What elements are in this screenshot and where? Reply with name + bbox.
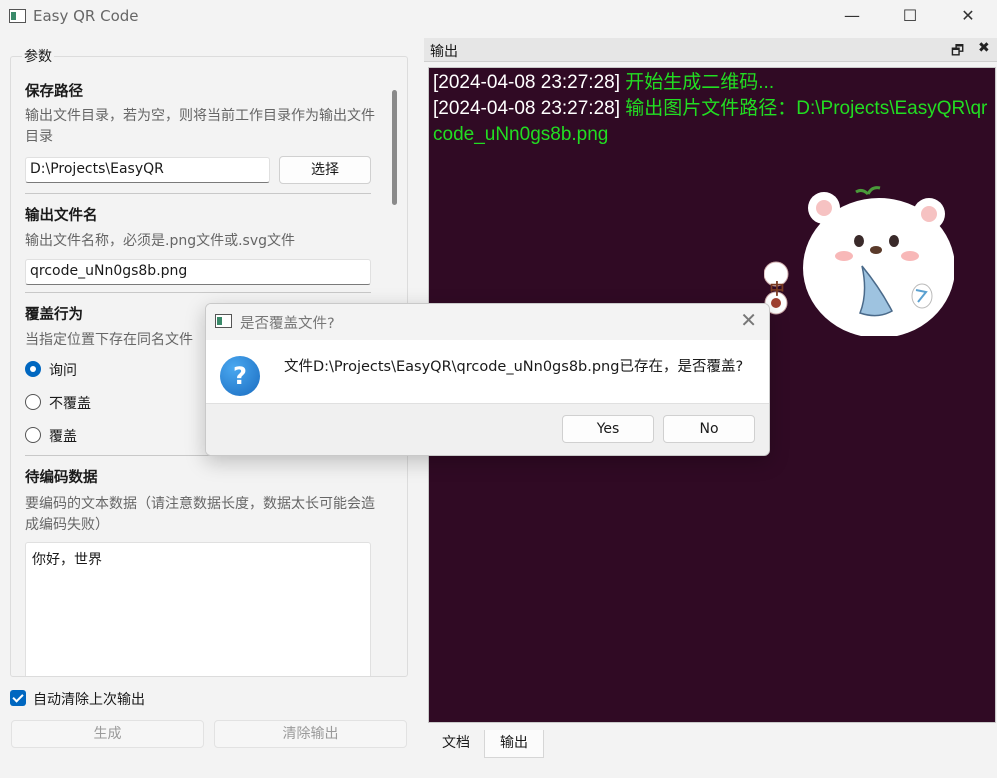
- radio-ask-label: 询问: [49, 363, 77, 379]
- title-bar: Easy QR Code — ☐ ✕: [0, 0, 997, 34]
- float-icon[interactable]: 🗗: [951, 40, 964, 64]
- radio-no-overwrite-indicator[interactable]: [25, 394, 41, 410]
- log-line: [2024-04-08 23:27:28] 开始生成二维码...: [429, 70, 995, 96]
- dialog-title: 是否覆盖文件?: [240, 316, 335, 332]
- question-icon: ?: [220, 356, 260, 396]
- output-dock-titlebar: 输出 🗗 ✖: [424, 38, 997, 62]
- yes-button[interactable]: Yes: [562, 415, 654, 443]
- log-timestamp: [2024-04-08 23:27:28]: [433, 72, 620, 93]
- tab-bar: 文档 输出: [424, 726, 997, 758]
- params-scrollbar-thumb[interactable]: [392, 90, 397, 205]
- log-line: [2024-04-08 23:27:28] 输出图片文件路径：D:\Projec…: [429, 96, 995, 148]
- dialog-message: 文件D:\Projects\EasyQR\qrcode_uNn0gs8b.png…: [284, 359, 744, 375]
- auto-clear-label: 自动清除上次输出: [33, 692, 145, 708]
- radio-overwrite-label: 覆盖: [49, 429, 77, 445]
- tab-output[interactable]: 输出: [484, 730, 544, 758]
- dock-close-icon[interactable]: ✖: [978, 40, 990, 56]
- save-path-title: 保存路径: [25, 84, 83, 100]
- maximize-button[interactable]: ☐: [887, 0, 933, 32]
- file-name-description: 输出文件名称，必须是.png文件或.svg文件: [25, 233, 296, 249]
- save-path-description: 输出文件目录，若为空，则将当前工作目录作为输出文件目录: [25, 108, 375, 145]
- divider: [25, 193, 371, 194]
- auto-clear-check-indicator[interactable]: [10, 690, 26, 706]
- save-path-input[interactable]: D:\Projects\EasyQR: [25, 157, 270, 183]
- no-button[interactable]: No: [663, 415, 755, 443]
- minimize-button[interactable]: —: [829, 0, 875, 32]
- generate-button[interactable]: 生成: [11, 720, 204, 748]
- data-description: 要编码的文本数据（请注意数据长度，数据太长可能会造成编码失败）: [25, 496, 375, 533]
- file-name-title: 输出文件名: [25, 208, 98, 224]
- radio-overwrite-indicator[interactable]: [25, 427, 41, 443]
- tab-docs[interactable]: 文档: [428, 730, 484, 758]
- sticker-label: 中: [769, 280, 785, 298]
- dialog-body: ? 文件D:\Projects\EasyQR\qrcode_uNn0gs8b.p…: [206, 340, 769, 403]
- file-name-input[interactable]: qrcode_uNn0gs8b.png: [25, 259, 371, 285]
- overwrite-dialog: 是否覆盖文件? ✕ ? 文件D:\Projects\EasyQR\qrcode_…: [205, 303, 770, 456]
- clear-output-button[interactable]: 清除输出: [214, 720, 407, 748]
- radio-no-overwrite-label: 不覆盖: [49, 396, 91, 412]
- dialog-app-icon: [215, 314, 232, 328]
- radio-ask-indicator[interactable]: [25, 361, 41, 377]
- browse-button[interactable]: 选择: [279, 156, 371, 184]
- log-message: 开始生成二维码...: [620, 72, 775, 93]
- dialog-titlebar: 是否覆盖文件? ✕: [206, 304, 769, 340]
- close-button[interactable]: ✕: [945, 0, 991, 32]
- dialog-close-icon[interactable]: ✕: [740, 308, 757, 332]
- dialog-footer: Yes No: [206, 403, 769, 455]
- data-textarea[interactable]: 你好，世界: [25, 542, 371, 676]
- bear-sticker-image: [764, 186, 954, 336]
- log-timestamp: [2024-04-08 23:27:28]: [433, 98, 620, 119]
- overwrite-title: 覆盖行为: [25, 307, 83, 323]
- window-title: Easy QR Code: [33, 7, 139, 25]
- params-group-title: 参数: [22, 46, 54, 66]
- output-dock-title: 输出: [430, 44, 458, 60]
- divider: [25, 292, 371, 293]
- data-title: 待编码数据: [25, 470, 98, 486]
- app-icon: [9, 9, 26, 23]
